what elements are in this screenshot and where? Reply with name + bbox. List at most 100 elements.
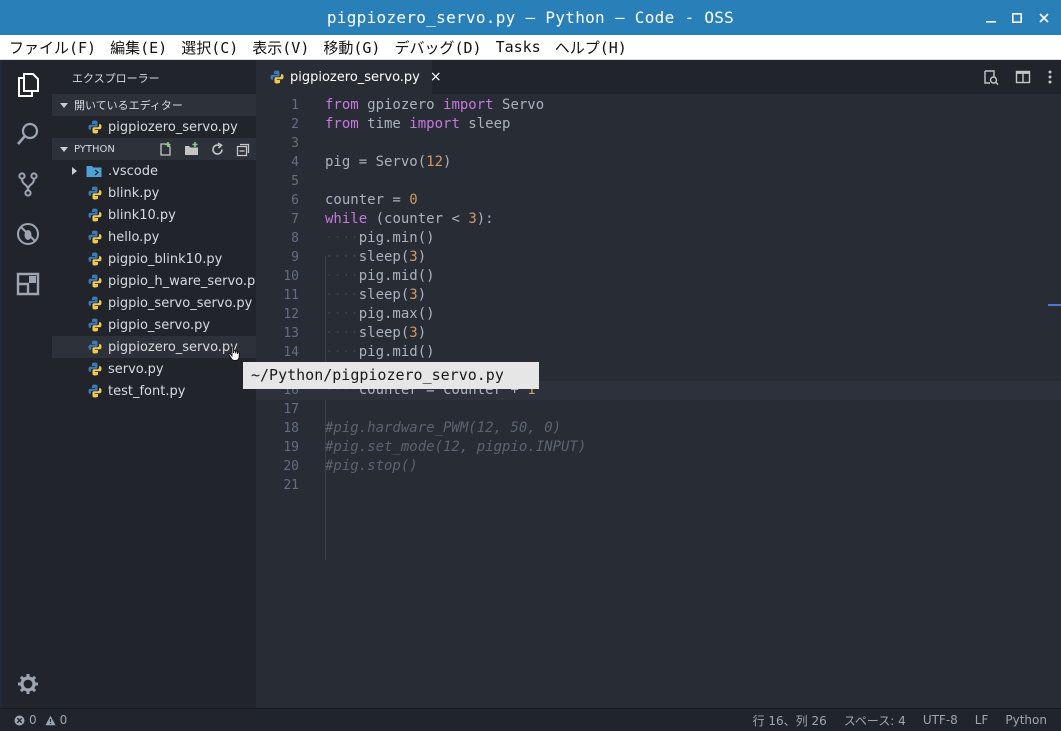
line-code: ····sleep(3)	[325, 287, 427, 303]
menu-edit[interactable]: 編集(E)	[103, 37, 174, 58]
tab-label: pigpiozero_servo.py	[290, 69, 420, 85]
code-line: 18 #pig.hardware_PWM(12, 50, 0)	[256, 419, 1061, 438]
maximize-button[interactable]	[1004, 0, 1030, 35]
collapse-all-button[interactable]	[235, 141, 252, 158]
file-name: servo.py	[108, 361, 164, 377]
menu-selection[interactable]: 選択(C)	[174, 37, 245, 58]
python-file-icon	[88, 274, 102, 288]
python-file-icon	[88, 120, 102, 134]
file-item[interactable]: pigpio_servo.py	[52, 314, 256, 336]
file-item[interactable]: pigpio_servo_servo.py	[52, 292, 256, 314]
line-number: 10	[283, 269, 299, 284]
new-folder-icon	[185, 141, 198, 155]
python-file-icon	[88, 208, 102, 222]
line-number: 3	[291, 136, 299, 151]
code-line: 2 from time import sleep	[256, 115, 1061, 134]
file-name: test_font.py	[108, 383, 186, 399]
line-number: 12	[283, 307, 299, 322]
folder-item-vscode[interactable]: .vscode	[52, 160, 256, 182]
language-mode[interactable]: Python	[1005, 713, 1047, 727]
menu-file[interactable]: ファイル(F)	[0, 37, 103, 58]
more-icon	[1048, 70, 1052, 84]
settings-activity-button[interactable]	[14, 670, 42, 698]
line-code: from gpiozero import Servo	[325, 97, 545, 113]
file-item[interactable]: blink.py	[52, 182, 256, 204]
code-line: 11 ····sleep(3)	[256, 286, 1061, 305]
file-name: pigpio_h_ware_servo.py	[108, 273, 263, 289]
tab-close-button[interactable]: ×	[430, 69, 442, 85]
file-name: pigpio_servo_servo.py	[108, 295, 253, 311]
minimize-button[interactable]	[978, 0, 1004, 35]
file-item[interactable]: pigpiozero_servo.py	[52, 336, 256, 358]
source-control-activity-button[interactable]	[14, 170, 42, 198]
file-name: hello.py	[108, 229, 160, 245]
folder-name: .vscode	[108, 163, 158, 179]
code-line: 19 #pig.set_mode(12, pigpio.INPUT)	[256, 438, 1061, 457]
open-editor-item[interactable]: pigpiozero_servo.py	[52, 116, 256, 138]
python-file-icon	[88, 318, 102, 332]
close-window-button[interactable]	[1031, 0, 1057, 35]
error-count: 0	[29, 713, 37, 727]
eol-setting[interactable]: LF	[975, 713, 989, 727]
python-folder-header[interactable]: PYTHON	[52, 138, 256, 160]
menu-bar: ファイル(F) 編集(E) 選択(C) 表示(V) 移動(G) デバッグ(D) …	[0, 35, 1061, 60]
file-item[interactable]: test_font.py	[52, 380, 256, 402]
extensions-activity-button[interactable]	[14, 270, 42, 298]
explorer-activity-button[interactable]	[14, 70, 42, 98]
python-file-icon	[88, 384, 102, 398]
python-file-icon	[88, 296, 102, 310]
file-item[interactable]: blink10.py	[52, 204, 256, 226]
open-changes-button[interactable]	[975, 60, 1007, 94]
code-editor[interactable]: 1 from gpiozero import Servo 2 from time im…	[256, 94, 1061, 708]
menu-help[interactable]: ヘルプ(H)	[548, 37, 634, 58]
open-editors-label: 開いているエディター	[74, 99, 183, 112]
search-activity-button[interactable]	[14, 120, 42, 148]
refresh-button[interactable]	[209, 141, 226, 158]
code-line: 6 counter = 0	[256, 191, 1061, 210]
new-folder-button[interactable]	[183, 141, 200, 158]
line-code: ····sleep(3)	[325, 325, 427, 341]
warning-icon	[45, 715, 56, 725]
python-file-icon	[88, 230, 102, 244]
menu-go[interactable]: 移動(G)	[316, 37, 387, 58]
more-actions-button[interactable]	[1039, 60, 1061, 94]
code-line: 10 ····pig.mid()	[256, 267, 1061, 286]
debug-activity-button[interactable]	[14, 220, 42, 248]
status-bar: 0 0 行 16、列 26 スペース: 4 UTF-8 LF Python	[0, 708, 1061, 731]
open-editor-filename: pigpiozero_servo.py	[108, 119, 238, 135]
file-name: pigpio_blink10.py	[108, 251, 223, 267]
line-number: 20	[283, 459, 299, 474]
code-line: 14 ····pig.mid()	[256, 343, 1061, 362]
open-editors-header[interactable]: 開いているエディター	[52, 94, 256, 116]
title-bar: pigpiozero_servo.py — Python — Code - OS…	[0, 0, 1061, 35]
window-title: pigpiozero_servo.py — Python — Code - OS…	[326, 8, 735, 27]
file-name: blink.py	[108, 185, 160, 201]
cursor-position[interactable]: 行 16、列 26	[753, 712, 827, 729]
hand-cursor-icon	[228, 346, 240, 361]
indentation-setting[interactable]: スペース: 4	[844, 712, 906, 729]
code-line: 20 #pig.stop()	[256, 457, 1061, 476]
file-item[interactable]: hello.py	[52, 226, 256, 248]
line-code: #pig.stop()	[325, 458, 418, 474]
code-line: 4 pig = Servo(12)	[256, 153, 1061, 172]
error-icon	[14, 715, 25, 725]
line-code: pig = Servo(12)	[325, 154, 452, 170]
tab-bar: pigpiozero_servo.py ×	[256, 60, 1061, 94]
files-icon	[18, 73, 39, 97]
file-item[interactable]: pigpio_h_ware_servo.py	[52, 270, 263, 292]
split-editor-icon	[1015, 70, 1031, 84]
source-control-icon	[18, 172, 38, 197]
new-file-icon	[160, 141, 171, 156]
minimize-icon	[986, 20, 996, 23]
menu-view[interactable]: 表示(V)	[245, 37, 316, 58]
problems-indicator[interactable]: 0 0	[14, 709, 67, 731]
tab-pigpiozero-servo[interactable]: pigpiozero_servo.py ×	[256, 60, 442, 94]
split-editor-button[interactable]	[1007, 60, 1039, 94]
file-item[interactable]: pigpio_blink10.py	[52, 248, 256, 270]
menu-tasks[interactable]: Tasks	[489, 38, 548, 56]
menu-debug[interactable]: デバッグ(D)	[387, 37, 488, 58]
file-item[interactable]: servo.py	[52, 358, 256, 380]
gear-icon	[18, 674, 38, 694]
new-file-button[interactable]	[157, 141, 174, 158]
encoding-setting[interactable]: UTF-8	[923, 713, 958, 727]
